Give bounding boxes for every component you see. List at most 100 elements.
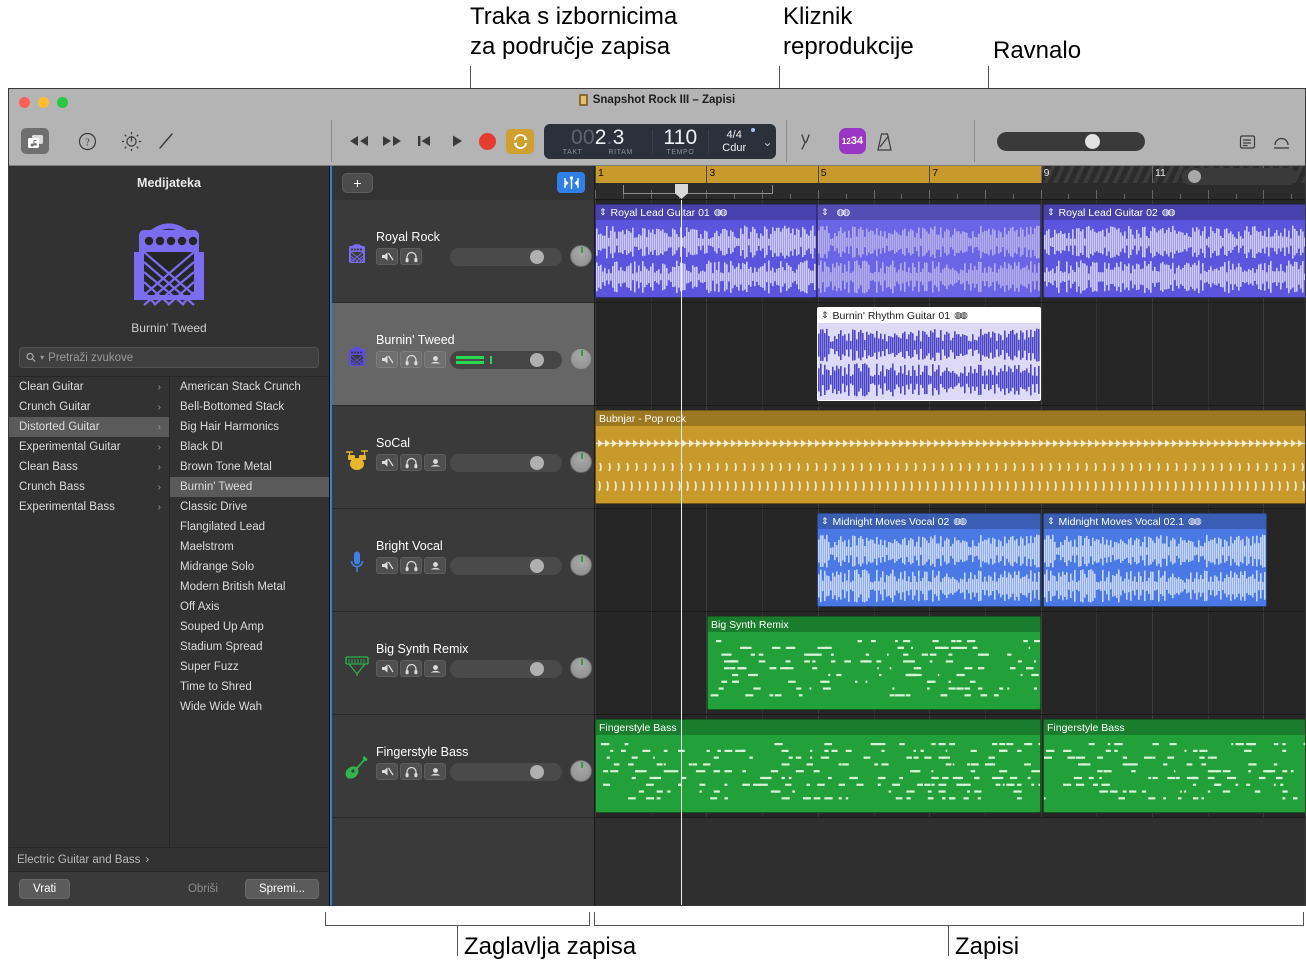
mute-button[interactable] [376, 454, 398, 471]
solo-button[interactable] [400, 557, 422, 574]
region-header[interactable]: ⇕ Royal Lead Guitar 02 ◍◍ [1044, 205, 1305, 220]
solo-button[interactable] [400, 351, 422, 368]
mute-button[interactable] [376, 763, 398, 780]
track-lane-4[interactable]: Big Synth Remix [595, 612, 1305, 715]
brightness-icon[interactable] [119, 130, 143, 152]
volume-slider[interactable] [450, 660, 562, 678]
library-category-column[interactable]: Clean Guitar › Crunch Guitar › Distorted Gui… [9, 377, 170, 847]
region-0[interactable]: ⇕ Royal Lead Guitar 01 ◍◍ [595, 204, 817, 298]
library-patch-5[interactable]: Burnin' Tweed [170, 477, 329, 497]
library-category-0[interactable]: Clean Guitar › [9, 377, 169, 397]
volume-knob[interactable] [530, 456, 544, 470]
save-button[interactable]: Spremi... [244, 878, 319, 899]
library-patch-14[interactable]: Super Fuzz [170, 657, 329, 677]
region-3[interactable]: ⇕ Burnin' Rhythm Guitar 01 ◍◍ [817, 307, 1041, 401]
lcd-display[interactable]: 002.3 TAKT RITAM 110 TEMPO 4/4 Cdur ⌄ [544, 124, 776, 159]
mute-button[interactable] [376, 557, 398, 574]
master-volume-knob[interactable] [1085, 134, 1100, 149]
library-patch-6[interactable]: Classic Drive [170, 497, 329, 517]
volume-slider[interactable] [450, 248, 562, 266]
solo-button[interactable] [400, 454, 422, 471]
cycle-button[interactable] [506, 129, 534, 154]
track-header-0[interactable]: Royal Rock [332, 200, 594, 303]
library-patch-4[interactable]: Brown Tone Metal [170, 457, 329, 477]
region-header[interactable]: Big Synth Remix [708, 617, 1040, 632]
help-icon[interactable]: ? [76, 130, 98, 152]
track-lane-5[interactable]: Fingerstyle Bass Fingerstyle Bass [595, 715, 1305, 818]
revert-button[interactable]: Vrati [19, 878, 71, 899]
play-icon[interactable] [447, 132, 467, 150]
region-header[interactable]: ⇕ Royal Lead Guitar 01 ◍◍ [596, 205, 816, 220]
track-lanes[interactable]: ⇕ Royal Lead Guitar 01 ◍◍ ⇕ ◍◍ ⇕ Royal L… [595, 200, 1305, 905]
library-patch-3[interactable]: Black DI [170, 437, 329, 457]
track-header-1[interactable]: Burnin' Tweed [332, 303, 594, 406]
volume-knob[interactable] [530, 353, 544, 367]
region-2[interactable]: ⇕ Royal Lead Guitar 02 ◍◍ [1043, 204, 1305, 298]
volume-slider[interactable] [450, 763, 562, 781]
volume-knob[interactable] [530, 250, 544, 264]
library-patch-9[interactable]: Midrange Solo [170, 557, 329, 577]
volume-knob[interactable] [530, 662, 544, 676]
pan-knob[interactable] [570, 554, 592, 576]
pan-knob[interactable] [570, 348, 592, 370]
mute-button[interactable] [376, 351, 398, 368]
library-breadcrumb[interactable]: Electric Guitar and Bass › [9, 847, 329, 871]
library-patch-16[interactable]: Wide Wide Wah [170, 697, 329, 717]
library-patch-8[interactable]: Maelstrom [170, 537, 329, 557]
library-patch-column[interactable]: American Stack Crunch Bell-Bottomed Stack… [170, 377, 329, 847]
pencil-icon[interactable] [156, 130, 176, 152]
region-header[interactable]: Fingerstyle Bass [1044, 720, 1305, 735]
track-header-4[interactable]: Big Synth Remix [332, 612, 594, 715]
track-lane-1[interactable]: ⇕ Burnin' Rhythm Guitar 01 ◍◍ [595, 303, 1305, 406]
region-1[interactable]: ⇕ ◍◍ [817, 204, 1041, 298]
solo-button[interactable] [400, 660, 422, 677]
track-header-5[interactable]: Fingerstyle Bass [332, 715, 594, 818]
library-patch-10[interactable]: Modern British Metal [170, 577, 329, 597]
track-lane-3[interactable]: ⇕ Midnight Moves Vocal 02 ◍◍ ⇕ Midnight … [595, 509, 1305, 612]
library-patch-0[interactable]: American Stack Crunch [170, 377, 329, 397]
ruler[interactable]: 135791113 [595, 166, 1305, 200]
region-6[interactable]: ⇕ Midnight Moves Vocal 02.1 ◍◍ [1043, 513, 1267, 607]
track-icon-microphone-icon[interactable] [344, 549, 370, 575]
flex-tool-icon[interactable] [557, 172, 585, 193]
track-icon-keyboard-icon[interactable] [344, 652, 370, 678]
library-patch-1[interactable]: Bell-Bottomed Stack [170, 397, 329, 417]
library-category-5[interactable]: Crunch Bass › [9, 477, 169, 497]
library-patch-7[interactable]: Flangilated Lead [170, 517, 329, 537]
track-icon-drumkit-icon[interactable] [344, 446, 370, 472]
region-header[interactable]: Bubnjar - Pop rock [596, 411, 1305, 426]
track-header-3[interactable]: Bright Vocal [332, 509, 594, 612]
mute-button[interactable] [376, 248, 398, 265]
horizontal-zoom-slider[interactable] [1182, 168, 1297, 185]
library-category-2[interactable]: Distorted Guitar › [9, 417, 169, 437]
track-lane-0[interactable]: ⇕ Royal Lead Guitar 01 ◍◍ ⇕ ◍◍ ⇕ Royal L… [595, 200, 1305, 303]
solo-button[interactable] [400, 763, 422, 780]
region-4[interactable]: Bubnjar - Pop rock [595, 410, 1305, 504]
library-category-6[interactable]: Experimental Bass › [9, 497, 169, 517]
solo-button[interactable] [400, 248, 422, 265]
go-to-beginning-icon[interactable] [414, 132, 434, 150]
search-chevron-down-icon[interactable]: ▾ [40, 353, 44, 362]
note-pad-icon[interactable] [1236, 131, 1258, 152]
region-7[interactable]: Big Synth Remix [707, 616, 1041, 710]
region-5[interactable]: ⇕ Midnight Moves Vocal 02 ◍◍ [817, 513, 1041, 607]
record-enable-button[interactable] [424, 660, 446, 677]
volume-slider[interactable] [450, 454, 562, 472]
playhead[interactable] [681, 200, 682, 905]
region-header[interactable]: ⇕ Burnin' Rhythm Guitar 01 ◍◍ [818, 308, 1040, 323]
record-enable-button[interactable] [424, 557, 446, 574]
region-8[interactable]: Fingerstyle Bass [595, 719, 1041, 813]
record-enable-button[interactable] [424, 351, 446, 368]
pan-knob[interactable] [570, 451, 592, 473]
lcd-chevron-down-icon[interactable]: ⌄ [763, 135, 773, 149]
track-icon-bass-guitar-icon[interactable] [344, 755, 370, 781]
region-9[interactable]: Fingerstyle Bass [1043, 719, 1305, 813]
track-icon-amp-icon[interactable] [344, 240, 370, 266]
rewind-icon[interactable] [347, 132, 371, 150]
delete-button[interactable]: Obriši [175, 879, 231, 899]
search-sounds-field[interactable]: ▾ [19, 347, 319, 368]
library-patch-15[interactable]: Time to Shred [170, 677, 329, 697]
library-patch-12[interactable]: Souped Up Amp [170, 617, 329, 637]
count-in-button[interactable]: 11234234 [839, 128, 866, 154]
region-header[interactable]: ⇕ Midnight Moves Vocal 02 ◍◍ [818, 514, 1040, 529]
